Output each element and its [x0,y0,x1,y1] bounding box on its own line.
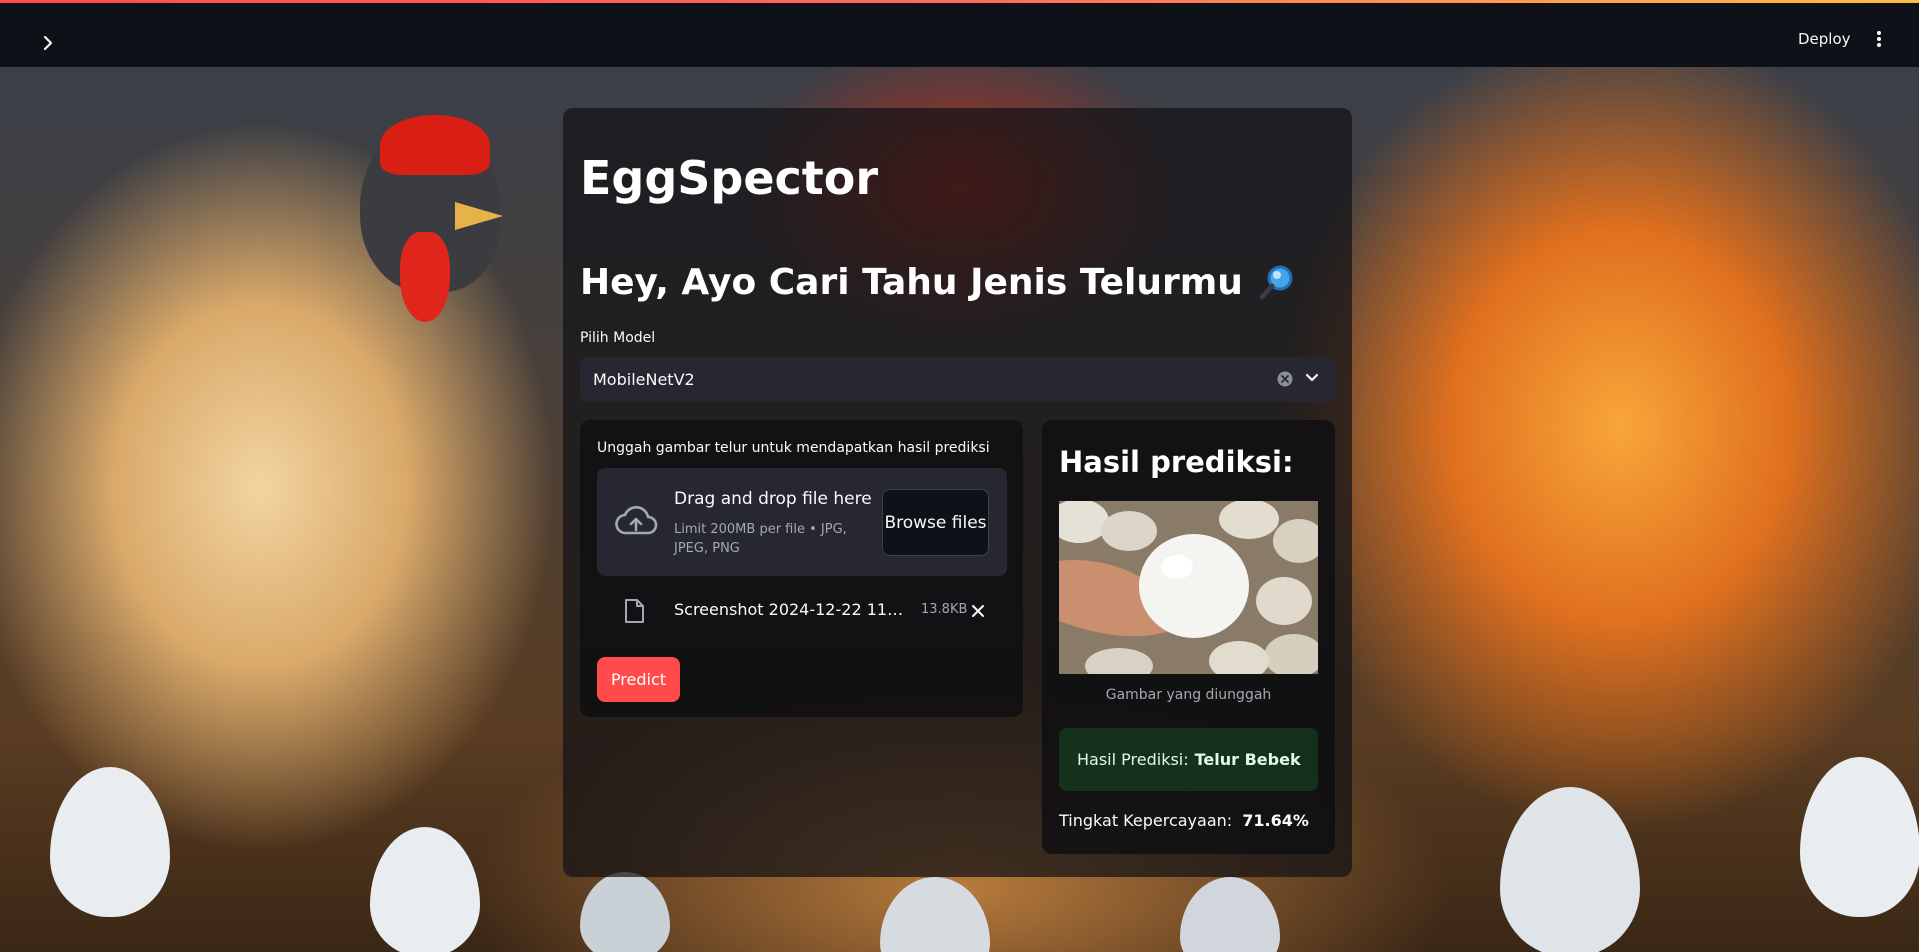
uploaded-file-name: Screenshot 2024-12-22 114429.png [674,600,910,619]
subheading-text: Hey, Ayo Cari Tahu Jenis Telurmu [580,262,1243,303]
background-egg [1800,757,1919,917]
select-clear-button[interactable] [1276,370,1293,387]
predict-button[interactable]: Predict [597,657,680,702]
uploaded-file-size: 13.8KB [921,602,968,617]
chevron-down-icon [1305,373,1319,382]
hen-wattle-shape [400,232,450,322]
background-egg [880,877,990,952]
confidence-text: Tingkat Kepercayaan: 71.64% [1059,811,1309,830]
background-egg [370,827,480,952]
prediction-prefix: Hasil Prediksi: [1077,750,1189,769]
background-egg [1180,877,1280,952]
hen-beak-shape [455,202,503,230]
vertical-dots-icon [1877,31,1881,47]
main-menu-button[interactable] [1868,28,1890,50]
magnifier-icon [1257,263,1297,303]
subheading: Hey, Ayo Cari Tahu Jenis Telurmu [580,258,1297,308]
result-title: Hasil prediksi: [1059,445,1294,479]
model-select-value: MobileNetV2 [593,370,695,389]
prediction-result-box: Hasil Prediksi: Telur Bebek [1059,728,1318,791]
model-select-label: Pilih Model [580,330,656,346]
background-egg [1500,787,1640,952]
cloud-upload-icon [614,504,658,540]
background-egg [50,767,170,917]
dropzone-limit-text: Limit 200MB per file • JPG, JPEG, PNG [674,522,847,556]
clear-circle-icon [1277,371,1292,386]
remove-file-button[interactable] [968,601,988,621]
deploy-button[interactable]: Deploy [1790,26,1859,52]
confidence-prefix: Tingkat Kepercayaan: [1059,811,1233,830]
confidence-value: 71.64% [1242,811,1309,830]
dropzone-title: Drag and drop file here [674,489,872,509]
hen-comb-shape [380,115,490,175]
model-select[interactable]: MobileNetV2 [580,357,1335,402]
sidebar-toggle-button[interactable] [38,33,58,53]
background-egg [580,872,670,952]
image-caption: Gambar yang diunggah [1105,687,1272,703]
top-header [0,3,1919,67]
file-icon [622,597,646,625]
close-icon [972,605,984,617]
app-title: EggSpector [580,151,879,205]
select-dropdown-toggle[interactable] [1302,368,1322,388]
uploaded-egg-image [1059,501,1318,674]
chevron-right-icon [43,36,53,50]
browse-files-button[interactable]: Browse files [882,489,989,556]
prediction-value: Telur Bebek [1194,750,1301,769]
uploader-label: Unggah gambar telur untuk mendapatkan ha… [597,440,990,456]
